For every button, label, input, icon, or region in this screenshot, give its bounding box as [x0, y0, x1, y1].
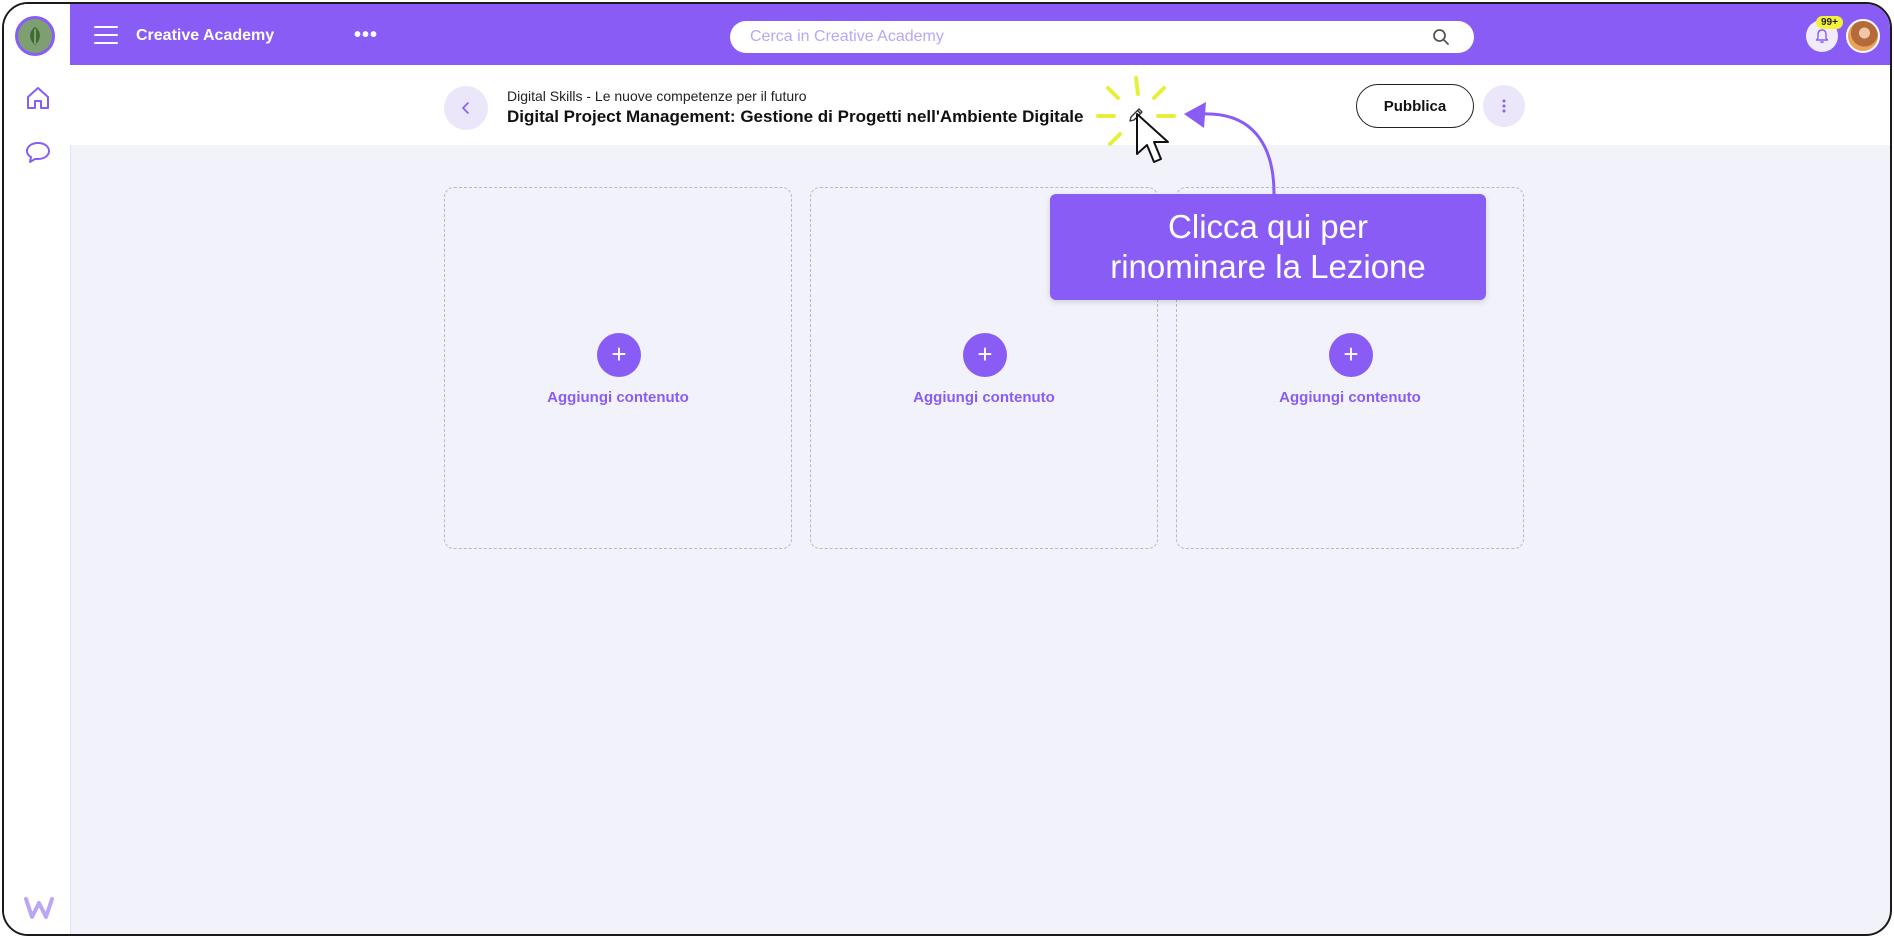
arrow-head-icon	[1184, 102, 1206, 128]
tooltip-line-1: Clicca qui per	[1168, 208, 1368, 246]
cursor-icon	[1136, 113, 1169, 163]
tutorial-tooltip: Clicca qui per rinominare la Lezione	[1050, 194, 1486, 300]
tutorial-overlay	[1096, 76, 1276, 195]
app-window: Creative Academy ••• 99+ Digital Skills …	[2, 2, 1892, 936]
tooltip-line-2: rinominare la Lezione	[1110, 248, 1426, 285]
pointer-arrow	[1201, 112, 1276, 195]
